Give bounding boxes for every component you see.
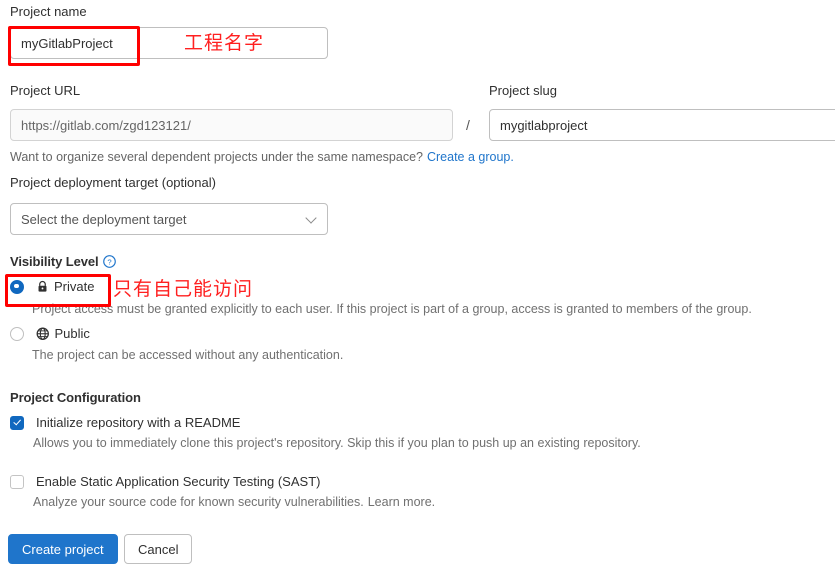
create-project-form: Project name myGitlabProject Project URL… <box>0 0 835 575</box>
globe-icon <box>36 327 50 341</box>
url-slug-separator: / <box>466 117 470 133</box>
config-sast-label: Enable Static Application Security Testi… <box>36 474 321 489</box>
config-readme-description: Allows you to immediately clone this pro… <box>33 436 641 450</box>
config-sast-description-row: Analyze your source code for known secur… <box>33 495 435 509</box>
deployment-target-value: Select the deployment target <box>21 211 187 227</box>
visibility-private-description: Project access must be granted explicitl… <box>32 302 752 316</box>
visibility-private-label: Private <box>54 279 95 294</box>
config-option-sast[interactable]: Enable Static Application Security Testi… <box>10 474 320 489</box>
cancel-button[interactable]: Cancel <box>124 534 193 564</box>
namespace-help: Want to organize several dependent proje… <box>10 150 514 164</box>
deployment-target-label: Project deployment target (optional) <box>10 175 216 190</box>
project-configuration-label: Project Configuration <box>10 390 141 405</box>
annotation-text-visibility: 只有自己能访问 <box>113 278 254 300</box>
project-slug-value: mygitlabproject <box>500 117 588 133</box>
svg-text:?: ? <box>108 257 112 266</box>
question-circle-icon[interactable]: ? <box>103 255 117 268</box>
visibility-public-label: Public <box>54 326 90 341</box>
sast-learn-more-link[interactable]: Learn more. <box>368 495 435 509</box>
visibility-option-public[interactable]: Public <box>10 326 90 341</box>
visibility-level-header: Visibility Level ? <box>10 254 117 269</box>
radio-private[interactable] <box>10 279 24 294</box>
project-slug-label: Project slug <box>489 83 557 98</box>
create-group-link[interactable]: Create a group. <box>427 150 514 164</box>
checkbox-readme[interactable] <box>10 415 24 430</box>
project-slug-input[interactable]: mygitlabproject <box>489 109 835 141</box>
config-option-readme[interactable]: Initialize repository with a README <box>10 415 240 430</box>
radio-public[interactable] <box>10 326 24 341</box>
config-sast-description: Analyze your source code for known secur… <box>33 495 364 509</box>
project-url-input[interactable]: https://gitlab.com/zgd123121/ <box>10 109 453 141</box>
lock-icon <box>36 280 49 293</box>
deployment-target-select[interactable]: Select the deployment target <box>10 203 328 235</box>
project-url-label: Project URL <box>10 83 81 98</box>
create-project-button[interactable]: Create project <box>8 534 118 564</box>
annotation-text-project-name: 工程名字 <box>184 32 265 54</box>
project-name-value: myGitlabProject <box>21 35 113 51</box>
project-name-label: Project name <box>10 4 87 19</box>
project-name-input[interactable]: myGitlabProject <box>10 27 328 59</box>
visibility-level-label: Visibility Level <box>10 254 99 269</box>
namespace-help-text: Want to organize several dependent proje… <box>10 150 423 164</box>
visibility-option-private[interactable]: Private <box>10 279 94 294</box>
config-readme-label: Initialize repository with a README <box>36 415 241 430</box>
visibility-public-description: The project can be accessed without any … <box>32 348 344 362</box>
project-url-value: https://gitlab.com/zgd123121/ <box>21 117 191 133</box>
chevron-down-icon <box>306 213 318 225</box>
checkbox-sast[interactable] <box>10 474 24 489</box>
